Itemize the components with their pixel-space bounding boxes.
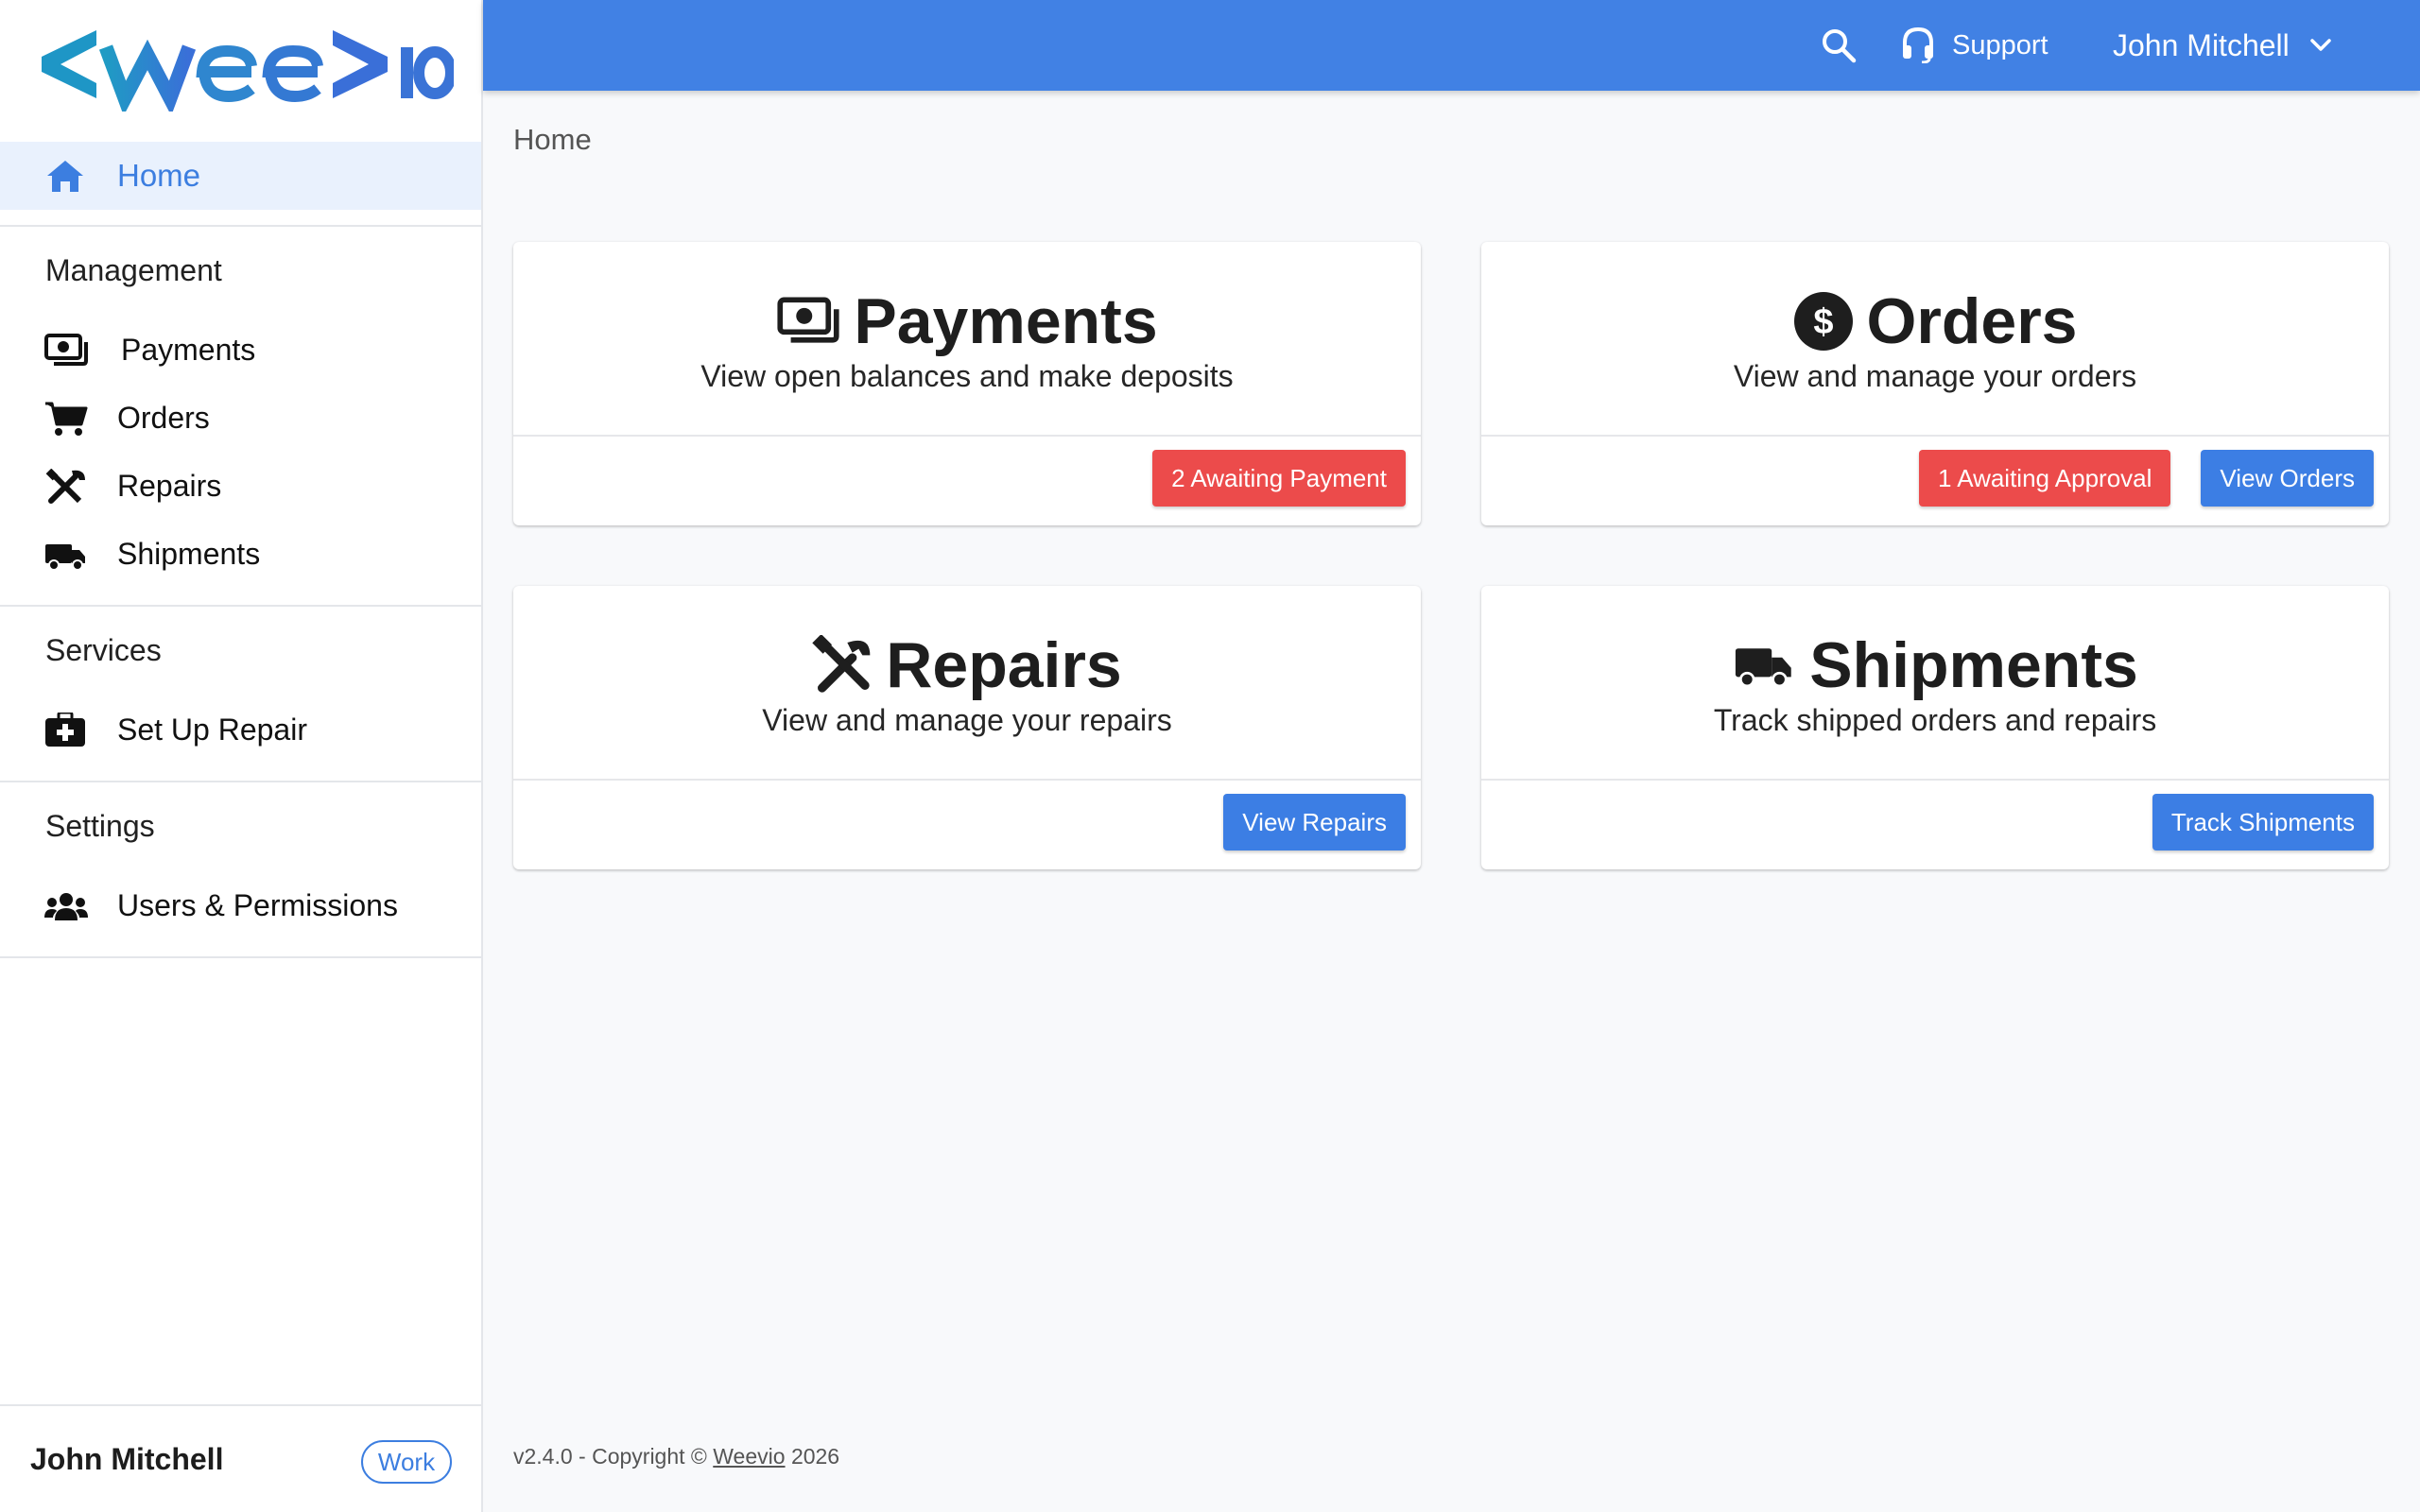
truck-icon — [1736, 648, 1791, 688]
weevio-logo-mark — [42, 30, 454, 112]
dollar-circle-icon: $ — [1793, 292, 1853, 351]
card-actions: Track Shipments — [2152, 794, 2374, 850]
workspace-badge[interactable]: Work — [361, 1440, 452, 1484]
sidebar-divider — [0, 225, 481, 227]
section-title-settings: Settings — [45, 809, 155, 843]
awaiting-approval-button[interactable]: 1 Awaiting Approval — [1918, 450, 2171, 507]
money-bill-icon — [777, 297, 839, 343]
payments-card: Payments View open balances and make dep… — [513, 242, 1421, 525]
search-icon[interactable] — [1820, 26, 1858, 64]
sidebar-divider — [0, 781, 481, 782]
sidebar-footer: John Mitchell Work — [0, 1404, 481, 1512]
weevio-logo[interactable] — [38, 17, 454, 112]
sidebar-item-home-label: Home — [117, 158, 201, 193]
breadcrumb[interactable]: Home — [513, 123, 592, 157]
users-icon — [43, 888, 89, 924]
headset-icon[interactable] — [1899, 26, 1937, 64]
svg-text:$: $ — [1813, 302, 1833, 342]
tools-icon — [812, 635, 871, 693]
card-title-row: Shipments — [1481, 627, 2389, 703]
sidebar-item-shipments[interactable]: Shipments — [0, 524, 481, 584]
sidebar-item-label: Repairs — [117, 469, 222, 503]
tools-icon — [43, 469, 89, 505]
copyright-year: 2026 — [790, 1444, 840, 1469]
top-bar: Support John Mitchell — [483, 0, 2420, 91]
sidebar-divider — [0, 956, 481, 958]
card-title: Shipments — [1809, 629, 2138, 701]
sidebar-item-repairs[interactable]: Repairs — [0, 455, 481, 516]
user-menu[interactable]: John Mitchell — [2113, 0, 2290, 91]
orders-card: $ Orders View and manage your orders 1 A… — [1481, 242, 2389, 525]
awaiting-payment-button[interactable]: 2 Awaiting Payment — [1152, 450, 1406, 507]
sidebar-item-users-permissions[interactable]: Users & Permissions — [0, 875, 481, 936]
card-title-row: $ Orders — [1481, 284, 2389, 359]
card-actions: 1 Awaiting Approval View Orders — [1918, 450, 2374, 507]
home-icon — [45, 159, 85, 193]
card-actions: View Repairs — [1223, 794, 1406, 850]
card-title-row: Repairs — [513, 627, 1421, 703]
shipments-card: Shipments Track shipped orders and repai… — [1481, 586, 2389, 869]
sidebar: Home Management Payments Orders Repairs … — [0, 0, 483, 1512]
card-divider — [1481, 435, 2389, 437]
card-title: Payments — [854, 285, 1158, 357]
sidebar-divider — [0, 605, 481, 607]
card-divider — [1481, 779, 2389, 781]
sidebar-item-label: Orders — [117, 401, 210, 435]
card-title: Orders — [1866, 285, 2078, 357]
money-bill-icon — [43, 333, 89, 369]
section-title-management: Management — [45, 253, 222, 287]
card-divider — [513, 435, 1421, 437]
sidebar-item-payments[interactable]: Payments — [0, 319, 481, 380]
view-repairs-button[interactable]: View Repairs — [1223, 794, 1406, 850]
card-subtitle: View and manage your orders — [1733, 359, 2137, 393]
card-divider — [513, 779, 1421, 781]
sidebar-item-set-up-repair[interactable]: Set Up Repair — [0, 699, 481, 760]
cart-icon — [43, 401, 89, 437]
card-subtitle: Track shipped orders and repairs — [1713, 703, 2157, 737]
track-shipments-button[interactable]: Track Shipments — [2152, 794, 2374, 850]
view-orders-button[interactable]: View Orders — [2201, 450, 2374, 507]
sidebar-item-orders[interactable]: Orders — [0, 387, 481, 448]
copyright-footer: v2.4.0 - Copyright © Weevio 2026 — [513, 1444, 839, 1469]
chevron-down-icon[interactable] — [2309, 34, 2332, 57]
version-text: v2.4.0 - Copyright © — [513, 1444, 707, 1469]
card-subtitle: View and manage your repairs — [762, 703, 1172, 737]
card-title-row: Payments — [513, 284, 1421, 359]
sidebar-user-name: John Mitchell — [30, 1442, 224, 1476]
support-link[interactable]: Support — [1952, 0, 2048, 91]
medkit-icon — [43, 713, 89, 748]
repairs-card: Repairs View and manage your repairs Vie… — [513, 586, 1421, 869]
company-link[interactable]: Weevio — [713, 1444, 785, 1469]
card-title: Repairs — [886, 629, 1122, 701]
section-title-services: Services — [45, 633, 162, 667]
sidebar-item-label: Users & Permissions — [117, 888, 398, 922]
sidebar-item-label: Set Up Repair — [117, 713, 307, 747]
card-actions: 2 Awaiting Payment — [1152, 450, 1406, 507]
sidebar-item-label: Shipments — [117, 537, 261, 571]
sidebar-item-label: Payments — [121, 333, 256, 367]
sidebar-item-home[interactable]: Home — [0, 142, 481, 210]
truck-icon — [43, 537, 89, 573]
card-subtitle: View open balances and make deposits — [700, 359, 1234, 393]
